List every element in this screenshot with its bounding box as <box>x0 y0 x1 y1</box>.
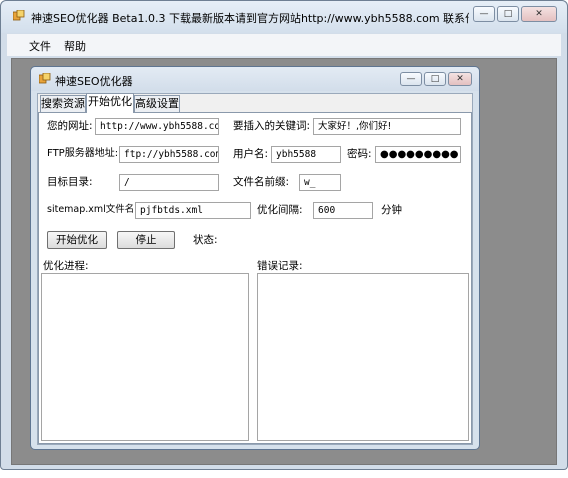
maximize-icon: □ <box>430 74 440 84</box>
child-minimize-button[interactable]: — <box>400 72 422 86</box>
target-dir-label: 目标目录: <box>47 176 93 188</box>
sitemap-label: sitemap.xml文件名: <box>47 204 138 215</box>
close-button[interactable]: ✕ <box>521 6 557 22</box>
filename-prefix-label: 文件名前缀: <box>233 176 290 188</box>
error-log[interactable] <box>257 273 469 441</box>
error-log-label: 错误记录: <box>257 260 303 272</box>
main-title-bar[interactable]: 神速SEO优化器 Beta1.0.3 下载最新版本请到官方网站http://ww… <box>1 1 567 33</box>
child-close-button[interactable]: ✕ <box>448 72 472 86</box>
menu-bar: 文件 帮助 <box>7 34 561 56</box>
interval-unit: 分钟 <box>381 204 402 216</box>
keyword-label: 要插入的关键词: <box>233 120 311 132</box>
stop-button[interactable]: 停止 <box>117 231 175 249</box>
tab-start-optimize[interactable]: 开始优化 <box>86 93 134 113</box>
child-window-title: 神速SEO优化器 <box>55 75 133 88</box>
child-app-icon <box>38 72 51 85</box>
target-dir-input[interactable]: / <box>119 174 219 191</box>
child-window: 神速SEO优化器 — □ ✕ 搜索资源 开始优化 高级设置 您的网址: http… <box>30 66 480 450</box>
ftp-input[interactable]: ftp://ybh5588.com/ <box>119 146 219 163</box>
minimize-icon: — <box>406 74 416 84</box>
minimize-button[interactable]: — <box>473 6 495 22</box>
app-icon <box>12 9 25 22</box>
maximize-icon: □ <box>503 9 513 19</box>
keyword-input[interactable]: 大家好！,你们好! <box>313 118 461 135</box>
close-icon: ✕ <box>456 74 464 84</box>
url-label: 您的网址: <box>47 120 93 132</box>
tab-search-resources[interactable]: 搜索资源 <box>40 95 86 112</box>
tab-panel-start-optimize: 您的网址: http://www.ybh5588.com/ 要插入的关键词: 大… <box>38 112 472 444</box>
main-window-title: 神速SEO优化器 Beta1.0.3 下载最新版本请到官方网站http://ww… <box>31 12 469 25</box>
tab-advanced-settings[interactable]: 高级设置 <box>134 95 180 112</box>
progress-label: 优化进程: <box>43 260 89 272</box>
maximize-button[interactable]: □ <box>497 6 519 22</box>
password-input[interactable]: ●●●●●●●●● <box>375 146 461 163</box>
sitemap-input[interactable]: pjfbtds.xml <box>135 202 251 219</box>
progress-log[interactable] <box>41 273 249 441</box>
url-input[interactable]: http://www.ybh5588.com/ <box>95 118 219 135</box>
interval-input[interactable]: 600 <box>313 202 373 219</box>
minimize-icon: — <box>479 9 489 19</box>
child-body: 搜索资源 开始优化 高级设置 您的网址: http://www.ybh5588.… <box>37 93 473 445</box>
menu-file[interactable]: 文件 <box>29 38 51 54</box>
ftp-label: FTP服务器地址: <box>47 148 119 159</box>
menu-help[interactable]: 帮助 <box>64 38 86 54</box>
child-title-bar[interactable]: 神速SEO优化器 — □ ✕ <box>31 67 479 91</box>
username-label: 用户名: <box>233 148 269 160</box>
start-optimize-button[interactable]: 开始优化 <box>47 231 107 249</box>
close-icon: ✕ <box>535 9 543 19</box>
interval-label: 优化间隔: <box>257 204 303 216</box>
password-label: 密码: <box>347 148 372 160</box>
child-maximize-button[interactable]: □ <box>424 72 446 86</box>
filename-prefix-input[interactable]: w_ <box>299 174 341 191</box>
username-input[interactable]: ybh5588 <box>271 146 341 163</box>
status-label: 状态: <box>193 234 218 246</box>
